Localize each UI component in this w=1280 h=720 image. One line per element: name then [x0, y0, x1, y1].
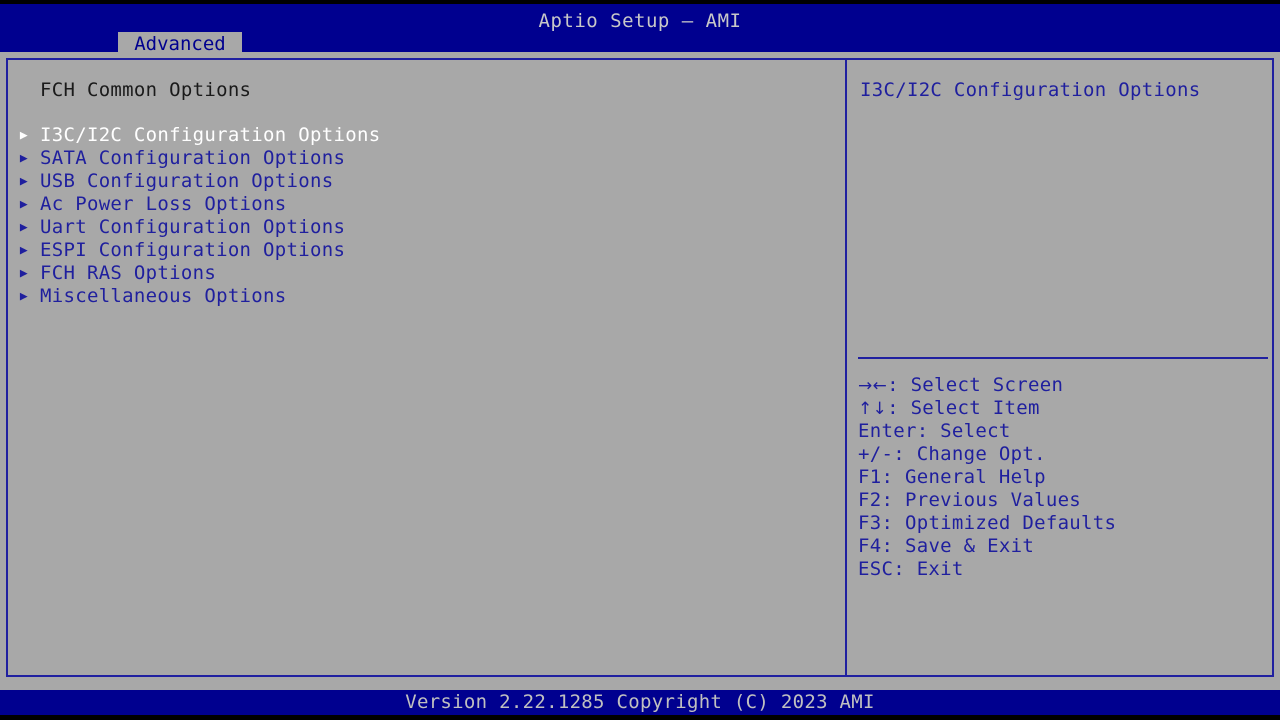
triangle-right-icon: ▶ [19, 197, 29, 212]
right-pane: I3C/I2C Configuration Options →←: Select… [849, 58, 1274, 677]
left-pane: FCH Common Options ▶ I3C/I2C Configuratio… [8, 58, 845, 677]
section-heading: FCH Common Options [40, 79, 252, 101]
legend-keys: +/- [858, 443, 894, 465]
legend-row-5: F2: Previous Values [858, 489, 1268, 512]
bios-setup-screen: Aptio Setup – AMI Advanced FCH Common Op… [0, 0, 1280, 720]
legend-keys: →← [858, 376, 888, 396]
legend-row-1: ↑↓: Select Item [858, 397, 1268, 420]
triangle-right-icon: ▶ [19, 151, 29, 166]
triangle-right-icon: ▶ [19, 266, 29, 281]
body-area: FCH Common Options ▶ I3C/I2C Configuratio… [0, 52, 1280, 690]
menu-item-label: FCH RAS Options [40, 262, 217, 284]
legend-description: : Exit [893, 558, 964, 580]
panel-vertical-divider [845, 58, 847, 677]
triangle-right-icon: ▶ [19, 174, 29, 189]
menu-item-label: Uart Configuration Options [40, 216, 346, 238]
legend-keys: F2 [858, 489, 882, 511]
menu-item-label: USB Configuration Options [40, 170, 334, 192]
legend-keys: F4 [858, 535, 882, 557]
legend-row-4: F1: General Help [858, 466, 1268, 489]
legend-row-7: F4: Save & Exit [858, 535, 1268, 558]
menu-item-label: ESPI Configuration Options [40, 239, 346, 261]
menu-item-label: Ac Power Loss Options [40, 193, 287, 215]
menu-item-7[interactable]: ▶ Miscellaneous Options [8, 285, 845, 308]
help-text: I3C/I2C Configuration Options [860, 79, 1201, 101]
triangle-right-icon: ▶ [19, 128, 29, 143]
menu-item-0[interactable]: ▶ I3C/I2C Configuration Options [8, 124, 845, 147]
legend-keys: ↑↓ [858, 399, 888, 419]
legend-description: : Change Opt. [893, 443, 1046, 465]
legend-description: : Select [916, 420, 1011, 442]
menu-item-label: SATA Configuration Options [40, 147, 346, 169]
legend-row-2: Enter: Select [858, 420, 1268, 443]
legend-description: : Previous Values [881, 489, 1082, 511]
menu-item-5[interactable]: ▶ ESPI Configuration Options [8, 239, 845, 262]
legend-keys: ESC [858, 558, 894, 580]
legend-keys: Enter [858, 420, 917, 442]
triangle-right-icon: ▶ [19, 289, 29, 304]
triangle-right-icon: ▶ [19, 220, 29, 235]
legend-keys: F1 [858, 466, 882, 488]
menu-item-6[interactable]: ▶ FCH RAS Options [8, 262, 845, 285]
menu-item-2[interactable]: ▶ USB Configuration Options [8, 170, 845, 193]
legend-description: : General Help [881, 466, 1046, 488]
menu-item-3[interactable]: ▶ Ac Power Loss Options [8, 193, 845, 216]
menu-item-4[interactable]: ▶ Uart Configuration Options [8, 216, 845, 239]
menu-list: ▶ I3C/I2C Configuration Options ▶ SATA Conf… [8, 124, 845, 308]
header-bar: Aptio Setup – AMI Advanced [0, 4, 1280, 56]
legend-description: : Optimized Defaults [881, 512, 1117, 534]
triangle-right-icon: ▶ [19, 243, 29, 258]
menu-item-label: I3C/I2C Configuration Options [40, 124, 381, 146]
footer-bar: Version 2.22.1285 Copyright (C) 2023 AMI [0, 690, 1280, 715]
menu-item-1[interactable]: ▶ SATA Configuration Options [8, 147, 845, 170]
legend-row-3: +/-: Change Opt. [858, 443, 1268, 466]
page-title: Aptio Setup – AMI [538, 10, 742, 32]
legend-description: : Save & Exit [881, 535, 1035, 557]
key-legend-list: →←: Select Screen ↑↓: Select Item Enter: S… [858, 374, 1268, 581]
version-text: Version 2.22.1285 Copyright (C) 2023 AMI [405, 691, 875, 713]
legend-keys: F3 [858, 512, 882, 534]
legend-description: : Select Item [887, 397, 1040, 419]
legend-description: : Select Screen [887, 374, 1064, 396]
legend-row-6: F3: Optimized Defaults [858, 512, 1268, 535]
legend-row-8: ESC: Exit [858, 558, 1268, 581]
legend-row-0: →←: Select Screen [858, 374, 1268, 397]
menu-item-label: Miscellaneous Options [40, 285, 287, 307]
help-divider [858, 357, 1268, 359]
